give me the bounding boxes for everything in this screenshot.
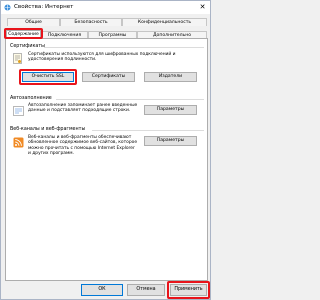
feeds-group-label: Веб-каналы и веб-фрагменты xyxy=(10,127,86,132)
content-panel: Сертификаты Сертификаты используются для… xyxy=(5,38,208,281)
feeds-settings-button[interactable]: Параметры xyxy=(144,136,197,146)
certificates-button[interactable]: Сертификаты xyxy=(82,72,135,82)
autocomplete-settings-button[interactable]: Параметры xyxy=(144,105,197,115)
certificates-description: Сертификаты используются для шифрованных… xyxy=(28,52,176,63)
close-icon[interactable]: ✕ xyxy=(197,2,208,12)
internet-options-icon xyxy=(4,4,11,11)
tab-security[interactable]: Безопасность xyxy=(60,18,122,26)
autocomplete-icon xyxy=(13,106,24,116)
cancel-button[interactable]: Отмена xyxy=(127,284,165,296)
publishers-button[interactable]: Издатели xyxy=(144,72,197,82)
feeds-divider xyxy=(92,130,204,131)
certificate-icon xyxy=(13,53,22,64)
clear-ssl-highlight xyxy=(19,69,77,85)
autocomplete-divider xyxy=(56,99,204,100)
certificates-divider xyxy=(44,47,204,48)
autocomplete-group-label: Автозаполнение xyxy=(10,96,52,101)
autocomplete-description: Автозаполнение запоминает ранее введенны… xyxy=(28,103,138,114)
title-bar: Свойства: Интернет ✕ xyxy=(1,1,210,14)
apply-highlight xyxy=(167,281,210,299)
ok-button[interactable]: ОК xyxy=(81,284,123,296)
tab-privacy[interactable]: Конфиденциальность xyxy=(122,18,207,26)
internet-properties-window: Свойства: Интернет ✕ Общие Безопасность … xyxy=(0,0,211,300)
tab-content-highlight xyxy=(4,28,43,39)
feeds-description: Веб-каналы и веб-фрагменты обеспечивают … xyxy=(28,135,138,157)
certificates-group-label: Сертификаты xyxy=(10,44,45,49)
tab-general[interactable]: Общие xyxy=(7,18,60,26)
window-title: Свойства: Интернет xyxy=(14,4,74,10)
feed-icon xyxy=(13,137,24,148)
